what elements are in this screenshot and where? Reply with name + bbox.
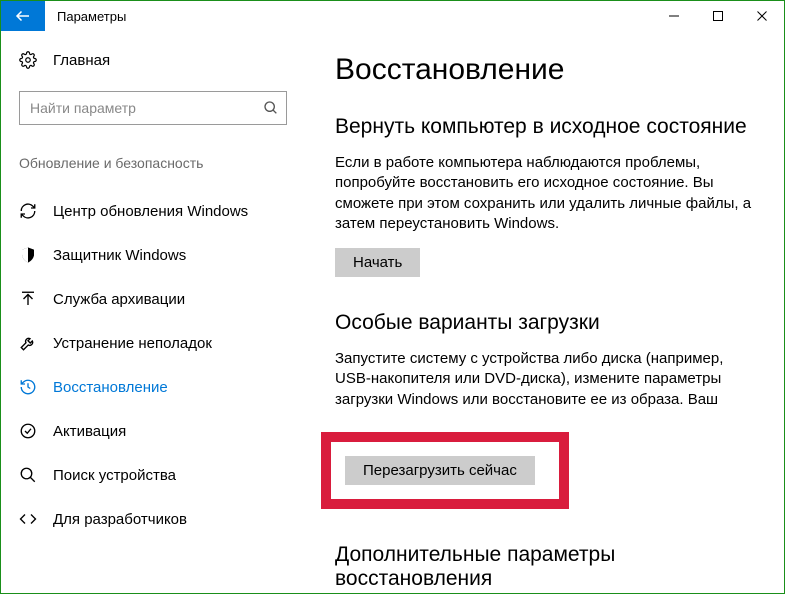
minimize-icon [668,10,680,22]
content: Восстановление Вернуть компьютер в исход… [305,31,784,593]
arrow-left-icon [14,7,32,25]
gear-icon [19,51,37,69]
minimize-button[interactable] [652,1,696,31]
sidebar-section-label: Обновление и безопасность [19,155,287,171]
sidebar-item-activation[interactable]: Активация [19,409,287,453]
history-icon [19,378,37,396]
wrench-icon [19,334,37,352]
sidebar-item-label: Для разработчиков [53,511,187,528]
back-button[interactable] [1,1,45,31]
close-icon [756,10,768,22]
maximize-icon [712,10,724,22]
advanced-startup-heading: Особые варианты загрузки [335,311,760,335]
sidebar-item-label: Восстановление [53,379,168,396]
sidebar-item-backup[interactable]: Служба архивации [19,277,287,321]
search-box[interactable] [19,91,287,125]
restart-now-button[interactable]: Перезагрузить сейчас [345,456,535,485]
sidebar-item-recovery[interactable]: Восстановление [19,365,287,409]
sidebar-home[interactable]: Главная [19,51,287,69]
reset-start-button[interactable]: Начать [335,248,420,277]
sidebar-home-label: Главная [53,52,110,69]
sidebar-item-label: Центр обновления Windows [53,203,248,220]
close-button[interactable] [740,1,784,31]
sidebar-item-troubleshoot[interactable]: Устранение неполадок [19,321,287,365]
more-recovery-heading: Дополнительные параметры восстановления [335,543,760,591]
shield-icon [19,246,37,264]
search-input[interactable] [19,91,287,125]
upload-icon [19,290,37,308]
highlight-annotation: Перезагрузить сейчас [321,432,569,509]
reset-heading: Вернуть компьютер в исходное состояние [335,115,760,139]
sidebar-item-windows-update[interactable]: Центр обновления Windows [19,189,287,233]
advanced-startup-description: Запустите систему с устройства либо диск… [335,349,760,410]
sidebar: Главная Обновление и безопасность [1,31,305,593]
code-icon [19,510,37,528]
sidebar-item-defender[interactable]: Защитник Windows [19,233,287,277]
sidebar-item-developers[interactable]: Для разработчиков [19,497,287,541]
check-circle-icon [19,422,37,440]
reset-description: Если в работе компьютера наблюдаются про… [335,153,760,234]
sidebar-item-label: Поиск устройства [53,467,176,484]
sidebar-item-find-device[interactable]: Поиск устройства [19,453,287,497]
sidebar-item-label: Устранение неполадок [53,335,212,352]
search-icon [263,100,279,116]
window-title: Параметры [45,1,126,31]
titlebar: Параметры [1,1,784,31]
sync-icon [19,202,37,220]
sidebar-item-label: Служба архивации [53,291,185,308]
search-device-icon [19,466,37,484]
sidebar-item-label: Активация [53,423,126,440]
sidebar-item-label: Защитник Windows [53,247,186,264]
page-title: Восстановление [335,53,760,87]
maximize-button[interactable] [696,1,740,31]
